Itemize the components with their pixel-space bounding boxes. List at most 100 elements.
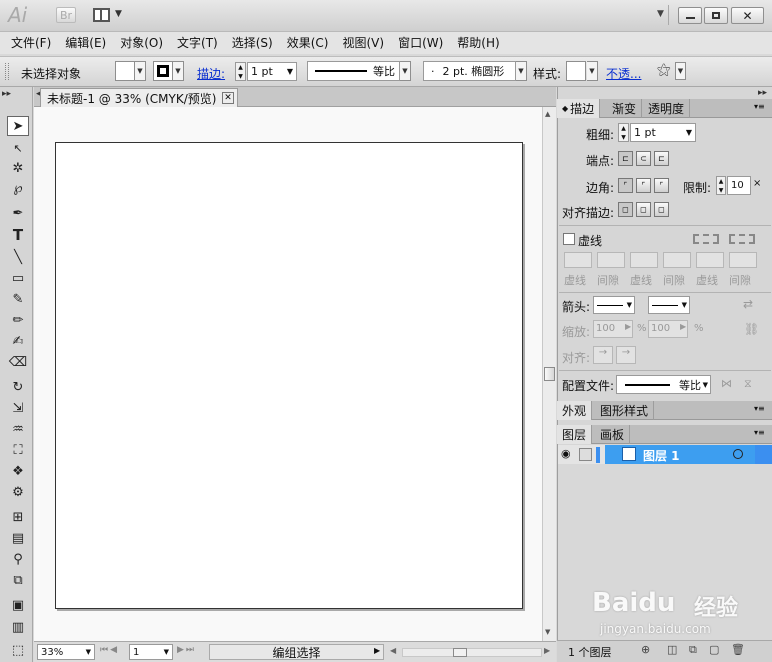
shape-builder-tool-icon[interactable]: ❖ [7,461,29,481]
next-last-page-icon[interactable]: ▶⏭ [177,645,196,655]
mesh-tool-icon[interactable]: ⊞ [7,507,29,527]
target-icon[interactable] [733,449,743,459]
style-dropdown-icon[interactable]: ▼ [587,61,598,81]
live-paint-tool-icon[interactable]: ▣ [7,595,29,615]
fill-dropdown-icon[interactable]: ▼ [135,61,146,81]
vertical-scrollbar[interactable]: ▲ ▼ [542,107,556,641]
workspace-dropdown-icon[interactable]: ▼ [657,9,664,19]
scroll-thumb[interactable] [544,367,555,381]
control-menu-icon[interactable]: ▼ [675,62,686,80]
expand-icon[interactable]: ▸▸ [758,88,767,98]
type-tool-icon[interactable]: T [7,225,29,245]
blob-brush-tool-icon[interactable]: ✍ [7,331,29,351]
locate-object-icon[interactable]: ⊕ [641,643,650,656]
horizontal-scrollbar[interactable] [402,648,542,657]
tab-stroke[interactable]: ◆ 描边 [557,99,601,118]
menu-item-1[interactable]: 编辑(E) [58,32,113,54]
gradient-tool-icon[interactable]: ▤ [7,528,29,548]
menu-item-2[interactable]: 对象(O) [113,32,170,54]
lasso-tool-icon[interactable]: ℘ [7,178,29,198]
stroke-dropdown-icon[interactable]: ▼ [173,61,184,81]
flip-vertical-icon[interactable]: ⧖ [744,377,752,391]
bevel-join-icon[interactable]: ⌜ [654,178,669,193]
scale-tool-icon[interactable]: ⇲ [7,398,29,418]
close-button[interactable]: ✕ [731,7,764,24]
document-tab[interactable]: 未标题-1 @ 33% (CMYK/预览) ✕ [40,88,238,107]
status-menu-icon[interactable]: ▶ [374,646,380,655]
dash-preserve-icon[interactable] [693,234,719,244]
page-select[interactable]: 1 ▼ [129,644,173,660]
brush-dropdown-icon[interactable]: ▼ [516,61,527,81]
swap-arrows-icon[interactable]: ⇄ [743,297,753,311]
align-outside-icon[interactable]: ◻ [654,202,669,217]
minimize-button[interactable] [678,7,702,24]
stroke-weight-field[interactable]: 1 pt ▼ [247,62,297,81]
style-swatch[interactable] [566,61,586,81]
clipping-mask-icon[interactable]: ◫ [667,643,677,656]
weight-stepper[interactable]: ▲ ▼ [618,123,629,142]
menu-item-5[interactable]: 效果(C) [280,32,336,54]
menu-item-0[interactable]: 文件(F) [4,32,58,54]
flip-horizontal-icon[interactable]: ⋈ [721,377,732,390]
menu-item-4[interactable]: 选择(S) [225,32,280,54]
stroke-link[interactable]: 描边: [197,65,225,82]
layer-row[interactable]: ◉ 图层 1 [558,445,772,464]
dashed-checkbox[interactable] [563,233,575,245]
dash-field[interactable] [696,252,724,268]
round-cap-icon[interactable]: ⊂ [636,151,651,166]
menu-item-8[interactable]: 帮助(H) [450,32,506,54]
stroke-profile-select[interactable]: 等比 [307,61,400,81]
round-join-icon[interactable]: ⌜ [636,178,651,193]
opacity-link[interactable]: 不透... [606,65,641,82]
symbol-sprayer-tool-icon[interactable]: ⚙ [7,482,29,502]
selection-square[interactable] [755,445,772,464]
square-cap-icon[interactable]: ⊏ [654,151,669,166]
collapse-icon[interactable]: ▸▸ [2,89,11,99]
first-prev-page-icon[interactable]: ⏮◀ [100,645,119,655]
artboard-tool-icon[interactable]: ⬚ [7,640,29,660]
menu-item-7[interactable]: 窗口(W) [391,32,450,54]
restore-button[interactable] [704,7,728,24]
dash-field[interactable] [564,252,592,268]
direct-selection-tool-icon[interactable]: ↖ [7,138,29,158]
tab-artboards[interactable]: 画板 [595,425,631,444]
visibility-eye-icon[interactable]: ◉ [561,447,571,460]
stroke-weight-stepper[interactable]: ▲ ▼ [235,62,246,81]
column-graph-tool-icon[interactable]: ▥ [7,617,29,637]
profile-dropdown-icon[interactable]: ▼ [400,61,411,81]
blend-tool-icon[interactable]: ⧉ [7,570,29,590]
delete-layer-icon[interactable]: 🗑 [731,643,745,656]
grip-handle[interactable] [5,63,9,80]
warp-tool-icon[interactable]: ♒ [7,419,29,439]
dash-field[interactable] [630,252,658,268]
align-center-icon[interactable]: ◻ [618,202,633,217]
tab-appearance[interactable]: 外观 [557,401,593,420]
selection-tool-icon[interactable]: ➤ [7,116,29,136]
eyedropper-tool-icon[interactable]: ⚲ [7,549,29,569]
magic-wand-icon[interactable]: ⚝ [657,62,671,78]
stroke-swatch[interactable] [153,61,173,81]
link-icon[interactable]: ⛓ [744,322,759,336]
paintbrush-tool-icon[interactable]: ✎ [7,289,29,309]
menu-item-3[interactable]: 文字(T) [170,32,225,54]
pencil-tool-icon[interactable]: ✏ [7,310,29,330]
align-inside-icon[interactable]: ◻ [636,202,651,217]
eraser-tool-icon[interactable]: ⌫ [7,352,29,372]
zoom-select[interactable]: 33% ▼ [37,644,95,660]
pen-tool-icon[interactable]: ✒ [7,203,29,223]
scroll-left-icon[interactable]: ◀ [390,646,396,655]
weight-field[interactable]: 1 pt ▼ [630,123,696,142]
dash-field[interactable] [729,252,757,268]
width-profile-select[interactable]: 等比 ▼ [616,375,711,394]
close-tab-icon[interactable]: ✕ [222,92,234,104]
magic-wand-tool-icon[interactable]: ✲ [7,158,29,178]
tab-layers[interactable]: 图层 [557,425,593,444]
dash-field[interactable] [597,252,625,268]
start-arrow-select[interactable]: ▼ [593,296,635,314]
rotate-tool-icon[interactable]: ↻ [7,377,29,397]
butt-cap-icon[interactable]: ⊏ [618,151,633,166]
artboard[interactable] [55,142,523,609]
free-transform-tool-icon[interactable]: ⛶ [7,440,29,460]
dash-field[interactable] [663,252,691,268]
new-sublayer-icon[interactable]: ⧉ [689,643,697,657]
